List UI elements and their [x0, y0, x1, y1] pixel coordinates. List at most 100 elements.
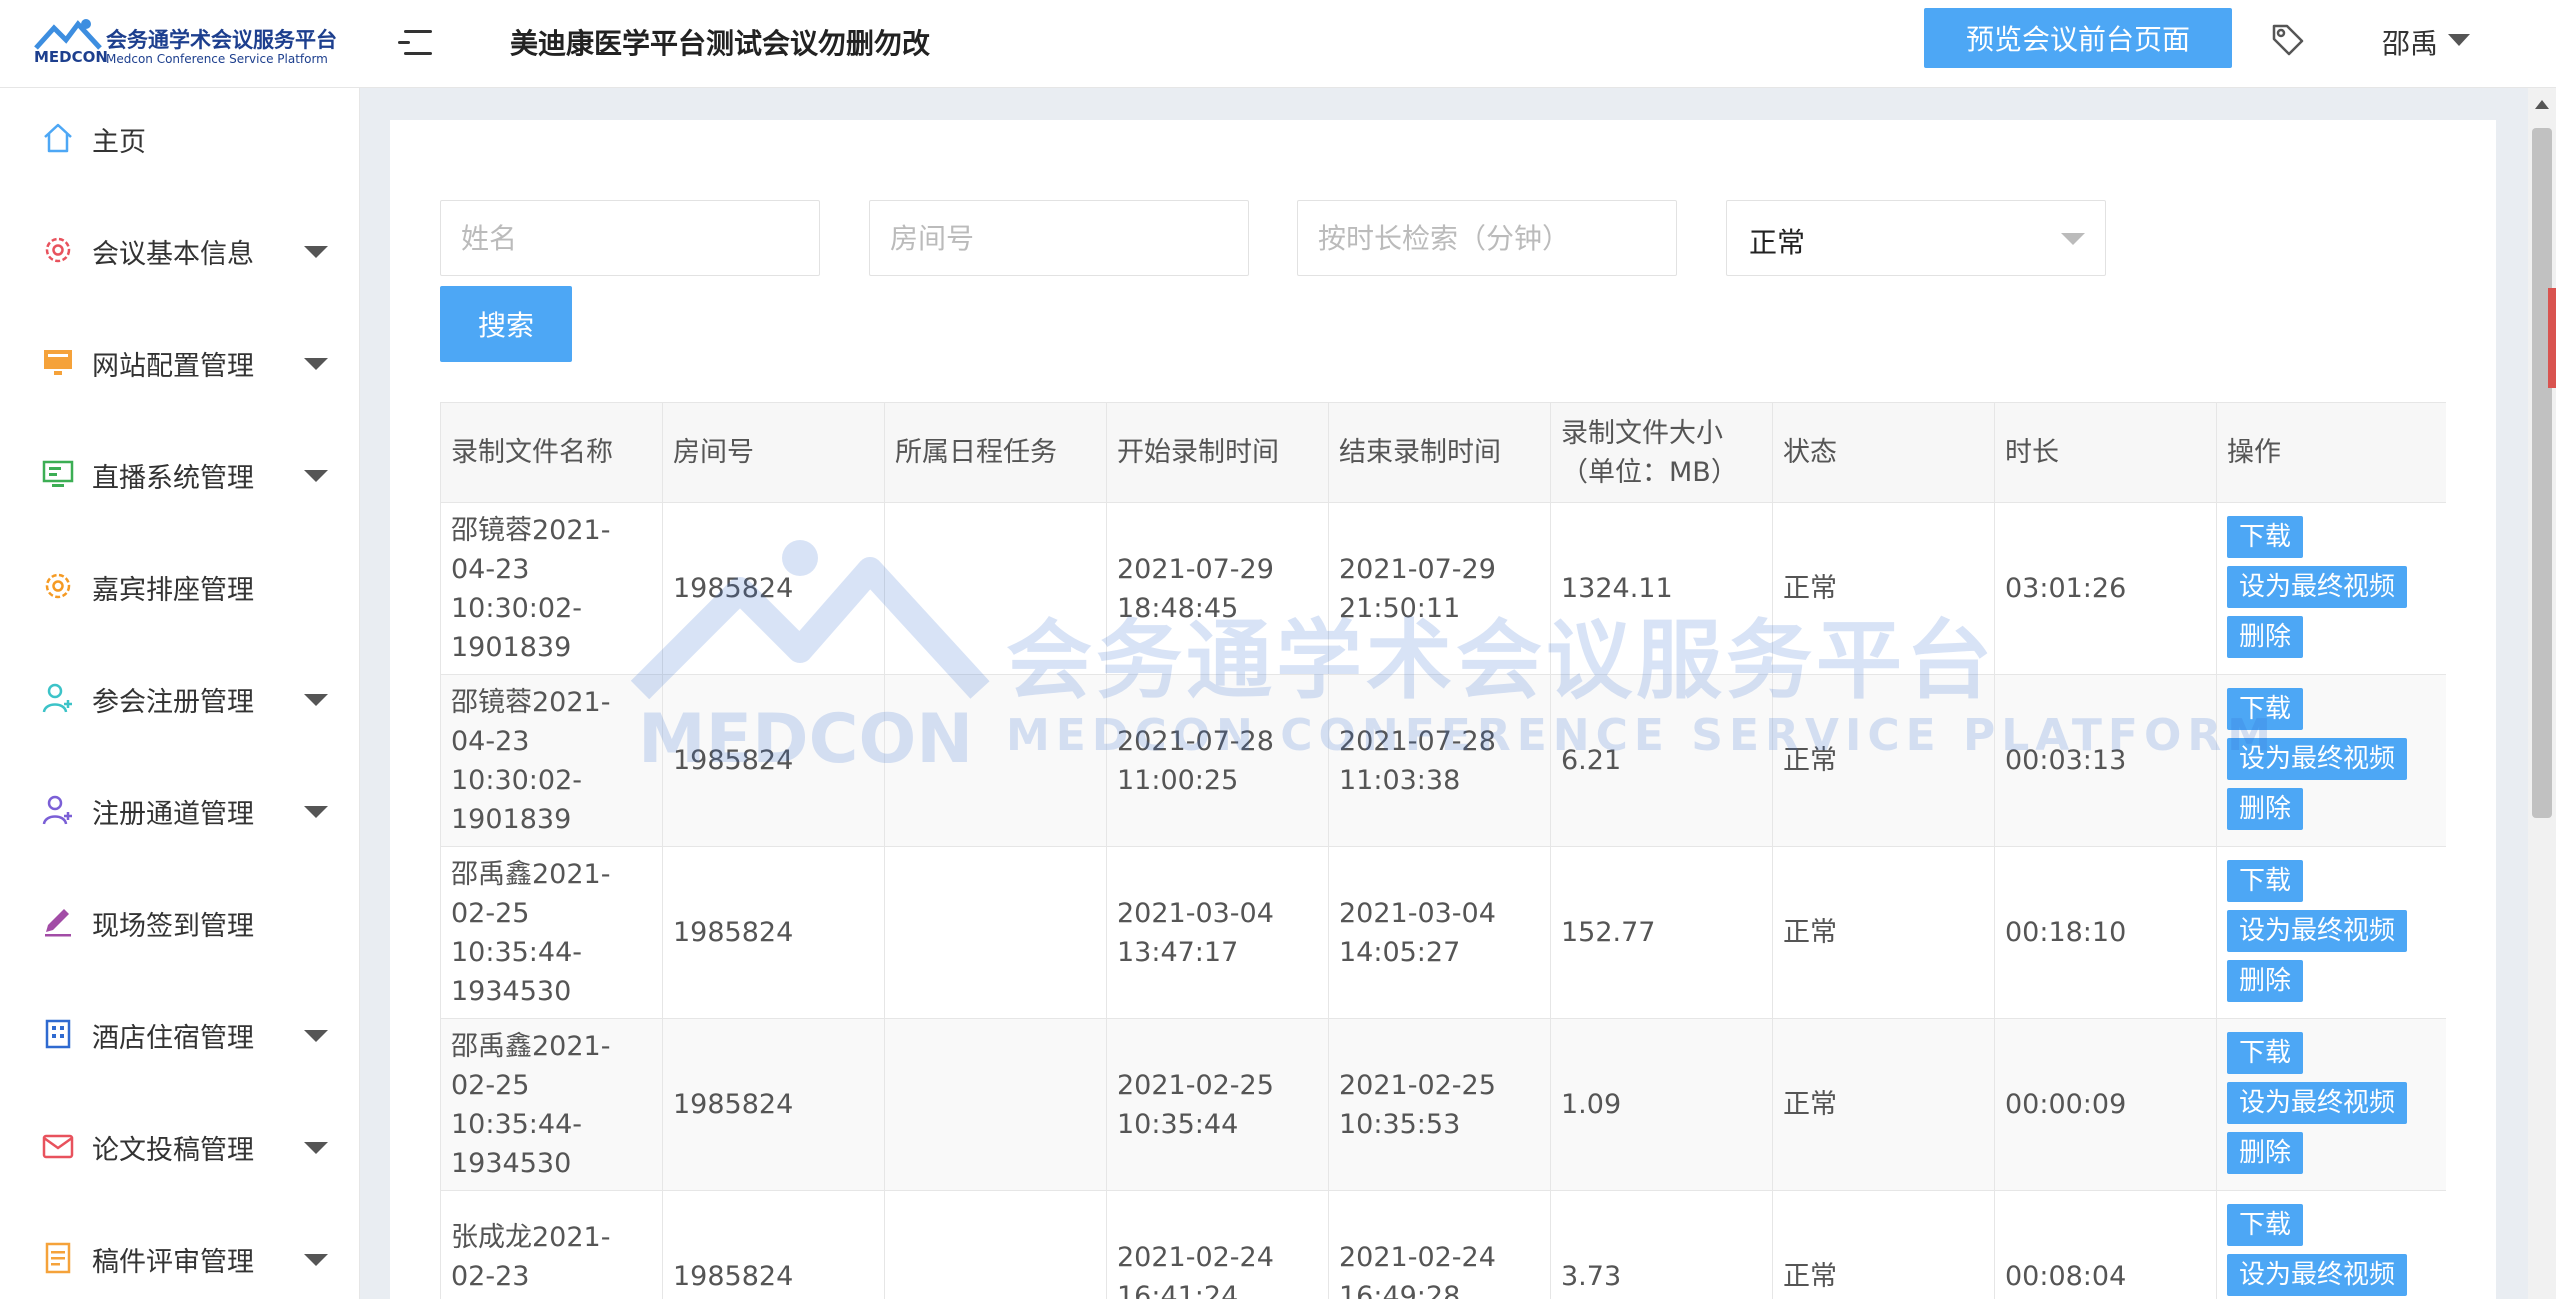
task-cell — [884, 1190, 1107, 1299]
set-final-video-button[interactable]: 设为最终视频 — [2227, 737, 2408, 780]
room-cell: 1985824 — [662, 674, 885, 847]
delete-button[interactable]: 删除 — [2227, 959, 2304, 1002]
task-cell — [884, 674, 1107, 847]
gear-icon — [45, 237, 71, 263]
chevron-down-icon[interactable] — [2448, 34, 2470, 46]
menu-toggle-icon[interactable] — [398, 28, 432, 58]
sidebar-item-paper-submission[interactable]: 论文投稿管理 — [0, 1106, 360, 1186]
task-cell — [884, 502, 1107, 675]
table-row: 邵禹鑫2021-02-25 10:35:44-1934530 1985824 2… — [440, 1018, 2446, 1191]
start-time-cell: 2021-03-04 13:47:17 — [1106, 846, 1329, 1019]
size-cell: 3.73 — [1550, 1190, 1773, 1299]
table-header-row: 录制文件名称 房间号 所属日程任务 开始录制时间 结束录制时间 录制文件大小（单… — [440, 402, 2446, 503]
scroll-position-marker — [2548, 288, 2556, 388]
tag-icon[interactable] — [2270, 22, 2306, 58]
content-card: 正常 搜索 录制文件名称 房间号 所属日程任务 开始录制时间 结束录制时间 录制… — [390, 120, 2496, 1299]
chevron-down-icon — [304, 358, 328, 370]
sidebar-item-label: 网站配置管理 — [92, 351, 254, 382]
set-final-video-button[interactable]: 设为最终视频 — [2227, 1081, 2408, 1124]
logo-subtitle: Medcon Conference Service Platform — [106, 52, 328, 66]
column-header: 所属日程任务 — [884, 402, 1107, 503]
sidebar-item-label: 论文投稿管理 — [92, 1135, 254, 1166]
sidebar-item-label: 会议基本信息 — [92, 239, 254, 270]
delete-button[interactable]: 删除 — [2227, 615, 2304, 658]
page-title: 美迪康医学平台测试会议勿删勿改 — [510, 27, 931, 60]
user-channel-icon — [42, 795, 72, 825]
size-cell: 1.09 — [1550, 1018, 1773, 1191]
file-name-cell: 张成龙2021-02-23 10:10:33- — [440, 1190, 663, 1299]
seat-gear-icon — [45, 573, 71, 599]
status-select[interactable]: 正常 — [1726, 200, 2106, 276]
size-cell: 1324.11 — [1550, 502, 1773, 675]
sidebar-item-website-config[interactable]: 网站配置管理 — [0, 322, 360, 402]
delete-button[interactable]: 删除 — [2227, 1131, 2304, 1174]
start-time-cell: 2021-02-24 16:41:24 — [1106, 1190, 1329, 1299]
sidebar-item-label: 直播系统管理 — [92, 463, 254, 494]
set-final-video-button[interactable]: 设为最终视频 — [2227, 1253, 2408, 1296]
preview-frontend-button[interactable]: 预览会议前台页面 — [1924, 8, 2232, 68]
chevron-down-icon — [304, 806, 328, 818]
sidebar-item-live-system[interactable]: 直播系统管理 — [0, 434, 360, 514]
scrollbar-thumb[interactable] — [2532, 128, 2552, 818]
user-menu[interactable]: 邵禹 — [2382, 22, 2438, 62]
set-final-video-button[interactable]: 设为最终视频 — [2227, 565, 2408, 608]
set-final-video-button[interactable]: 设为最终视频 — [2227, 909, 2408, 952]
search-button[interactable]: 搜索 — [440, 286, 572, 362]
chevron-down-icon — [304, 1030, 328, 1042]
room-cell: 1985824 — [662, 846, 885, 1019]
sidebar-item-home[interactable]: 主页 — [0, 98, 360, 178]
duration-cell: 00:03:13 — [1994, 674, 2217, 847]
document-icon — [45, 1242, 71, 1274]
sidebar-item-registration[interactable]: 参会注册管理 — [0, 658, 360, 738]
download-button[interactable]: 下载 — [2227, 1031, 2304, 1074]
name-search-input[interactable] — [440, 200, 820, 276]
file-name-cell: 邵禹鑫2021-02-25 10:35:44-1934530 — [440, 1018, 663, 1191]
download-button[interactable]: 下载 — [2227, 687, 2304, 730]
duration-cell: 00:18:10 — [1994, 846, 2217, 1019]
pen-icon — [45, 909, 71, 937]
download-button[interactable]: 下载 — [2227, 515, 2304, 558]
sidebar-item-hotel[interactable]: 酒店住宿管理 — [0, 994, 360, 1074]
duration-cell: 00:00:09 — [1994, 1018, 2217, 1191]
chevron-down-icon — [304, 1254, 328, 1266]
scroll-up-arrow-icon[interactable] — [2535, 100, 2549, 109]
chevron-down-icon — [2061, 233, 2085, 245]
status-cell: 正常 — [1772, 674, 1995, 847]
status-cell: 正常 — [1772, 1018, 1995, 1191]
table-row: 张成龙2021-02-23 10:10:33- 1985824 2021-02-… — [440, 1190, 2446, 1299]
column-header: 时长 — [1994, 402, 2217, 503]
sidebar-item-label: 酒店住宿管理 — [92, 1023, 254, 1054]
room-search-input[interactable] — [869, 200, 1249, 276]
chevron-down-icon — [304, 1142, 328, 1154]
platform-logo[interactable]: MEDCON 会务通学术会议服务平台 Medcon Conference Ser… — [34, 18, 337, 72]
chevron-down-icon — [304, 694, 328, 706]
sidebar-item-review[interactable]: 稿件评审管理 — [0, 1218, 360, 1298]
delete-button[interactable]: 删除 — [2227, 787, 2304, 830]
column-header: 状态 — [1772, 402, 1995, 503]
duration-cell: 03:01:26 — [1994, 502, 2217, 675]
table-row: 邵禹鑫2021-02-25 10:35:44-1934530 1985824 2… — [440, 846, 2446, 1019]
size-cell: 6.21 — [1550, 674, 1773, 847]
duration-search-input[interactable] — [1297, 200, 1677, 276]
building-icon — [45, 1019, 71, 1049]
logo-wordmark: MEDCON — [34, 48, 108, 66]
page-scrollbar[interactable] — [2528, 88, 2556, 1299]
download-button[interactable]: 下载 — [2227, 1203, 2304, 1246]
task-cell — [884, 846, 1107, 1019]
sidebar-item-label: 主页 — [92, 127, 146, 158]
sidebar-item-guest-seating[interactable]: 嘉宾排座管理 — [0, 546, 360, 626]
column-header: 开始录制时间 — [1106, 402, 1329, 503]
column-header: 操作 — [2216, 402, 2446, 503]
sidebar-item-reg-channel[interactable]: 注册通道管理 — [0, 770, 360, 850]
actions-cell: 下载 设为最终视频 删除 — [2216, 1018, 2446, 1191]
top-header: MEDCON 会务通学术会议服务平台 Medcon Conference Ser… — [0, 0, 2556, 88]
status-cell: 正常 — [1772, 846, 1995, 1019]
sidebar-item-label: 嘉宾排座管理 — [92, 575, 254, 606]
task-cell — [884, 1018, 1107, 1191]
sidebar-item-meeting-info[interactable]: 会议基本信息 — [0, 210, 360, 290]
sidebar-item-checkin[interactable]: 现场签到管理 — [0, 882, 360, 962]
download-button[interactable]: 下载 — [2227, 859, 2304, 902]
status-cell: 正常 — [1772, 1190, 1995, 1299]
column-header: 录制文件大小（单位：MB） — [1550, 402, 1773, 503]
room-cell: 1985824 — [662, 502, 885, 675]
